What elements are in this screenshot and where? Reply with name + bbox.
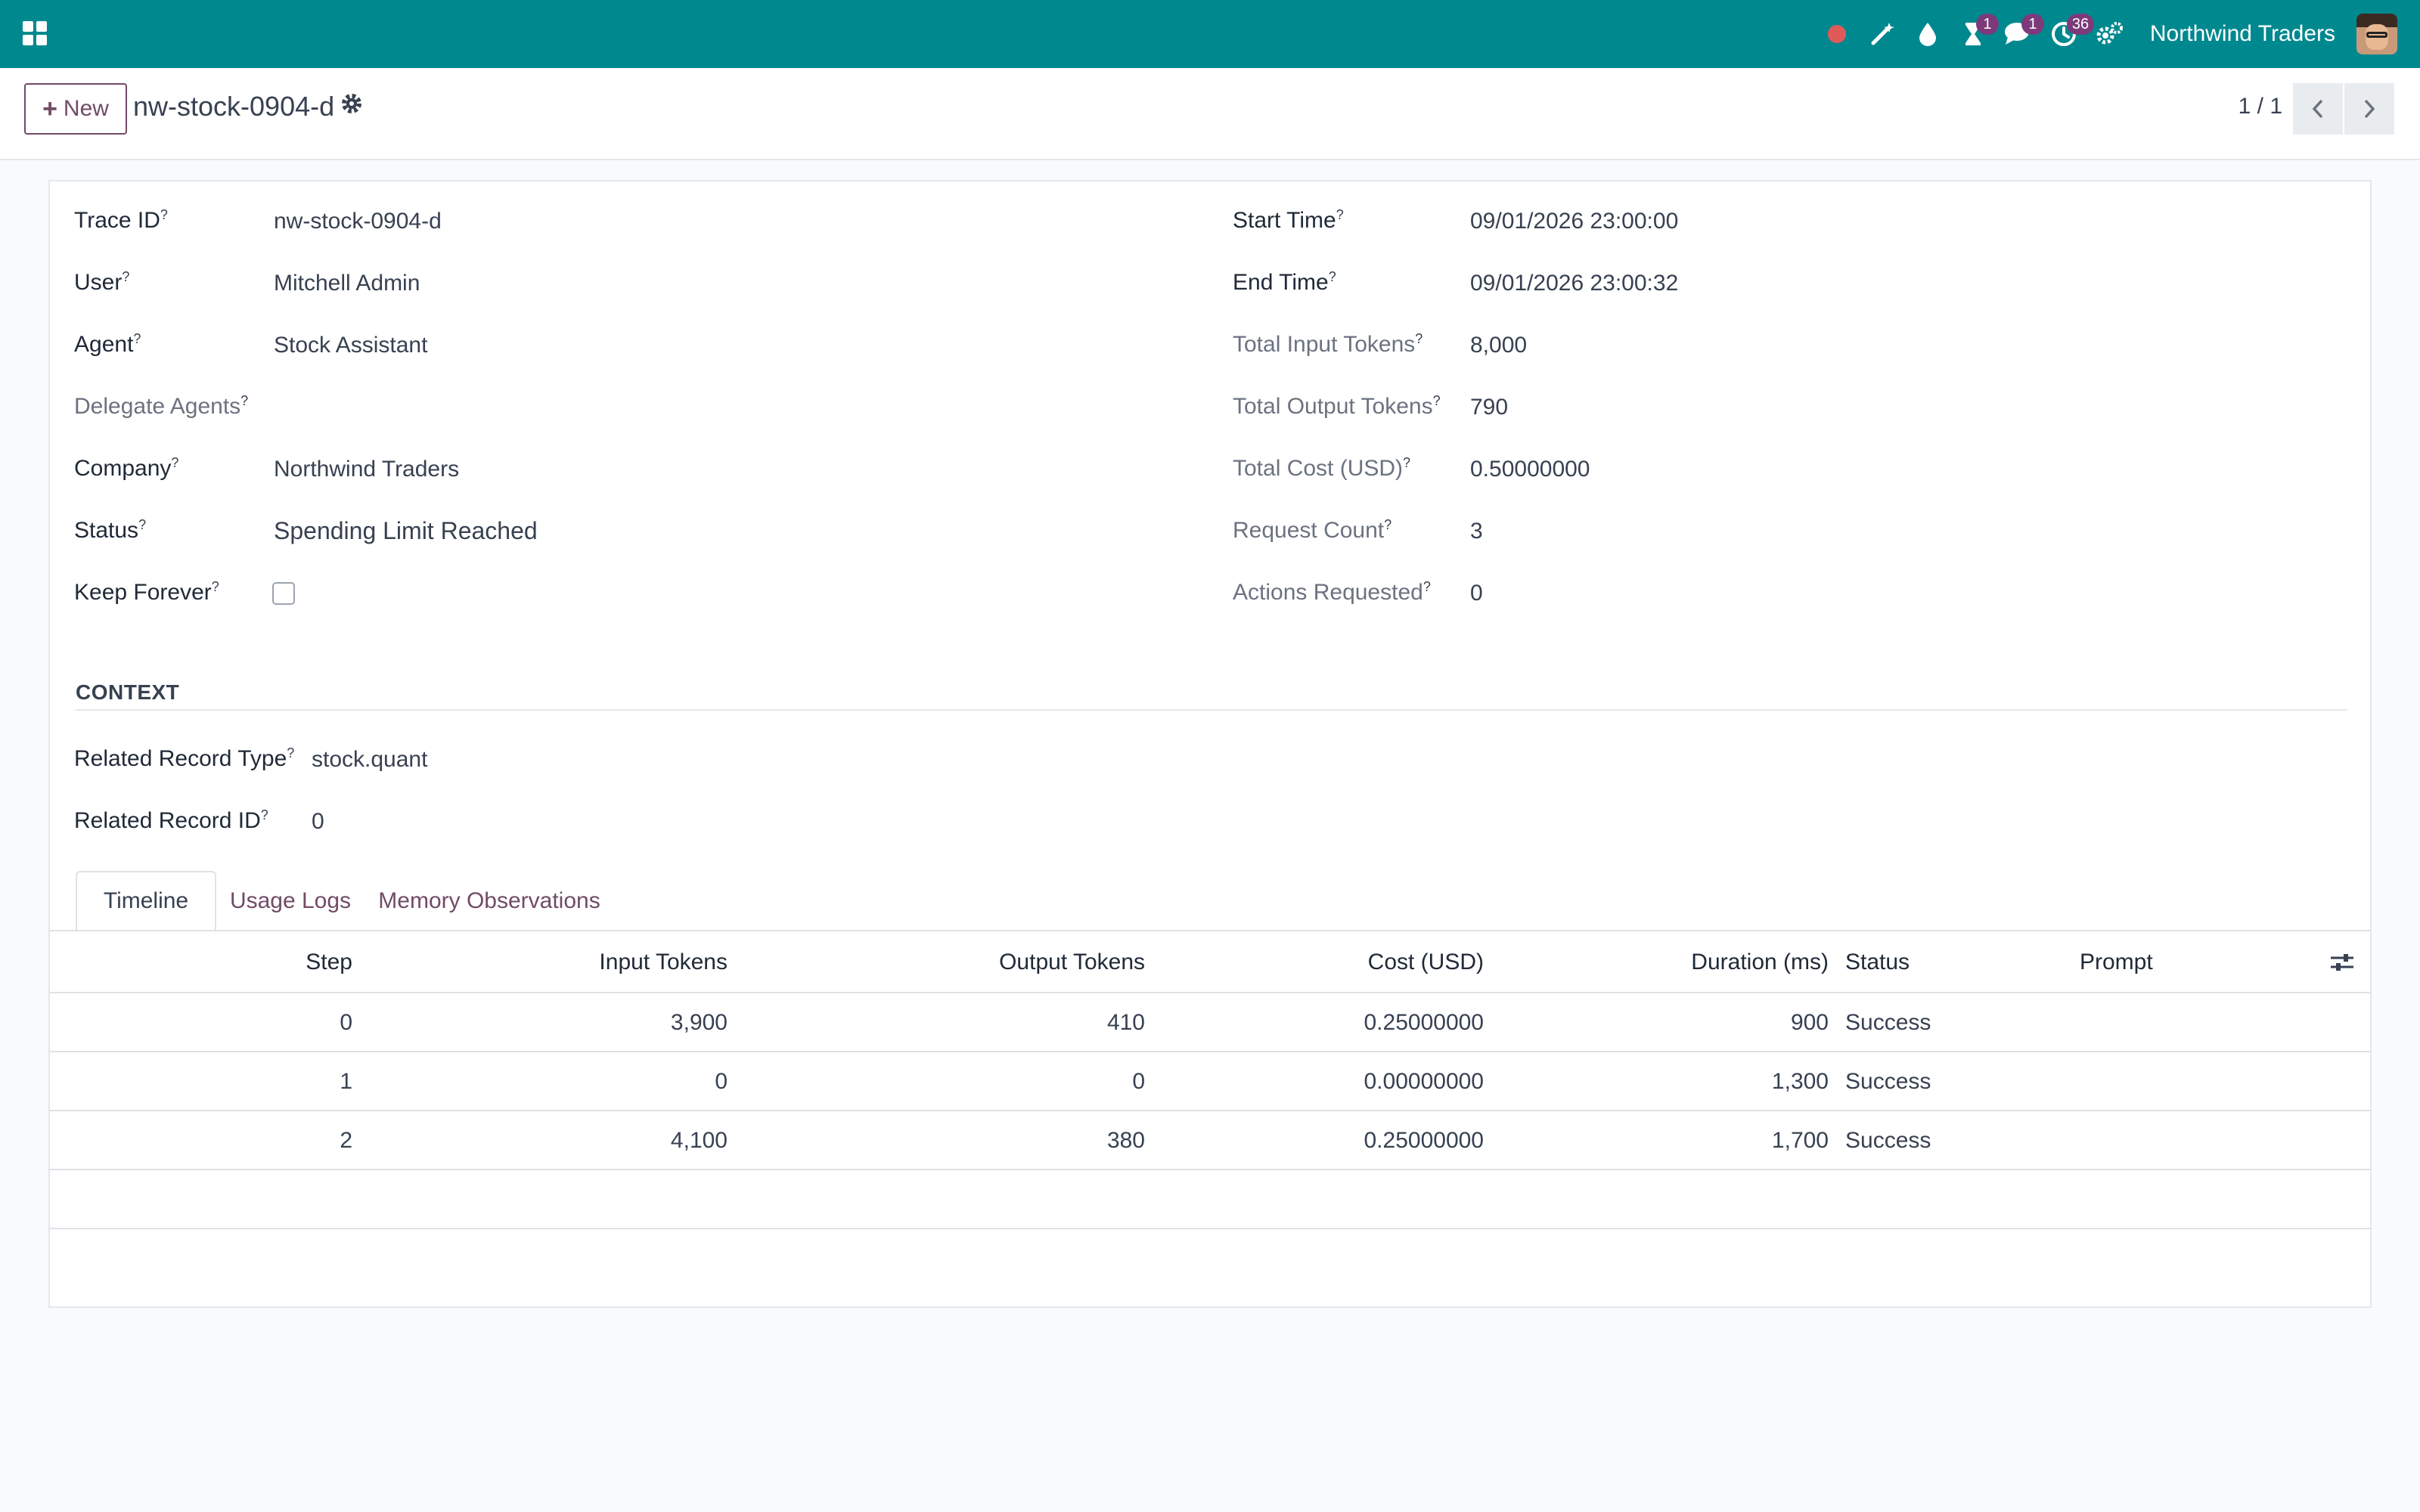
column-header-cost[interactable]: Cost (USD) — [1368, 950, 1484, 975]
cell-status: Success — [1845, 1010, 1931, 1035]
cell-duration: 1,700 — [1771, 1128, 1829, 1153]
chevron-right-icon — [2364, 99, 2375, 119]
label-keep-forever: Keep Forever? — [74, 579, 219, 605]
value-end-time[interactable]: 09/01/2026 23:00:32 — [1470, 271, 1678, 296]
label-user: User? — [74, 269, 130, 295]
pager-previous-button[interactable] — [2293, 83, 2343, 135]
table-row[interactable]: 1 0 0 0.00000000 1,300 Success — [50, 1052, 2372, 1111]
label-total-cost: Total Cost (USD)? — [1233, 455, 1411, 481]
value-related-record-id[interactable]: 0 — [312, 809, 324, 835]
value-total-output-tokens: 790 — [1470, 395, 1509, 420]
control-panel: + New nw-stock-0904-d 1 / 1 — [0, 68, 2420, 160]
pager-counter[interactable]: 1 / 1 — [2238, 94, 2282, 119]
magic-wand-icon[interactable] — [1860, 0, 1905, 68]
messages-chat-icon[interactable]: 1 — [1996, 0, 2044, 68]
value-start-time[interactable]: 09/01/2026 23:00:00 — [1470, 209, 1678, 234]
label-total-output-tokens: Total Output Tokens? — [1233, 393, 1441, 419]
new-button-label: New — [63, 96, 109, 121]
settings-gears-icon[interactable] — [2086, 0, 2132, 68]
label-end-time: End Time? — [1233, 269, 1336, 295]
column-header-step[interactable]: Step — [306, 950, 352, 975]
user-avatar[interactable] — [2356, 14, 2397, 54]
form-sheet: Trace ID? nw-stock-0904-d User? Mitchell… — [48, 180, 2372, 1308]
tab-usage-logs[interactable]: Usage Logs — [216, 871, 365, 931]
label-start-time: Start Time? — [1233, 207, 1344, 233]
action-gear-icon[interactable] — [340, 92, 368, 119]
breadcrumb-record-name: nw-stock-0904-d — [133, 91, 335, 122]
label-related-record-type: Related Record Type? — [74, 745, 295, 771]
value-trace-id[interactable]: nw-stock-0904-d — [274, 209, 442, 234]
pager-next-button[interactable] — [2344, 83, 2394, 135]
value-total-cost: 0.50000000 — [1470, 457, 1590, 482]
cell-input-tokens: 4,100 — [670, 1128, 728, 1153]
cell-cost: 0.25000000 — [1364, 1010, 1485, 1035]
cell-step: 0 — [340, 1010, 352, 1035]
optional-columns-sliders-icon[interactable] — [2329, 951, 2355, 974]
context-section-title: CONTEXT — [76, 680, 180, 704]
cell-output-tokens: 410 — [1106, 1010, 1145, 1035]
cell-cost: 0.00000000 — [1364, 1069, 1485, 1094]
label-actions-requested: Actions Requested? — [1233, 579, 1431, 605]
column-header-prompt[interactable]: Prompt — [2080, 950, 2153, 975]
label-status: Status? — [74, 517, 147, 543]
cell-output-tokens: 0 — [1132, 1069, 1145, 1094]
value-status: Spending Limit Reached — [274, 517, 538, 544]
table-header: Step Input Tokens Output Tokens Cost (US… — [50, 931, 2372, 993]
cell-output-tokens: 380 — [1106, 1128, 1145, 1153]
timeline-table: Step Input Tokens Output Tokens Cost (US… — [50, 931, 2372, 1229]
value-company[interactable]: Northwind Traders — [274, 457, 459, 482]
column-header-output-tokens[interactable]: Output Tokens — [999, 950, 1145, 975]
label-request-count: Request Count? — [1233, 517, 1392, 543]
cell-status: Success — [1845, 1069, 1931, 1094]
cell-duration: 1,300 — [1771, 1069, 1829, 1094]
plus-icon: + — [42, 94, 57, 123]
new-record-button[interactable]: + New — [24, 83, 127, 135]
cell-duration: 900 — [1790, 1010, 1829, 1035]
context-divider — [76, 709, 2347, 711]
value-request-count: 3 — [1470, 519, 1483, 544]
cell-input-tokens: 0 — [715, 1069, 728, 1094]
column-header-duration[interactable]: Duration (ms) — [1691, 950, 1829, 975]
value-user[interactable]: Mitchell Admin — [274, 271, 420, 296]
label-company: Company? — [74, 455, 179, 481]
empty-table-row — [50, 1170, 2372, 1229]
recording-indicator-icon[interactable] — [1814, 0, 1860, 68]
label-agent: Agent? — [74, 331, 141, 357]
cell-input-tokens: 3,900 — [670, 1010, 728, 1035]
column-header-input-tokens[interactable]: Input Tokens — [599, 950, 728, 975]
cell-status: Success — [1845, 1128, 1931, 1153]
cell-step: 2 — [340, 1128, 352, 1153]
label-trace-id: Trace ID? — [74, 207, 168, 233]
company-switcher[interactable]: Northwind Traders — [2150, 21, 2335, 47]
value-actions-requested: 0 — [1470, 581, 1483, 606]
value-total-input-tokens: 8,000 — [1470, 333, 1528, 358]
chevron-left-icon — [2312, 99, 2323, 119]
label-related-record-id: Related Record ID? — [74, 807, 268, 833]
activities-hourglass-icon[interactable]: 1 — [1950, 0, 1999, 68]
tab-memory-observations[interactable]: Memory Observations — [365, 871, 614, 931]
value-agent[interactable]: Stock Assistant — [274, 333, 427, 358]
table-row[interactable]: 2 4,100 380 0.25000000 1,700 Success — [50, 1111, 2372, 1170]
cell-cost: 0.25000000 — [1364, 1128, 1485, 1153]
navbar-systray: 1 1 36 Northwind Traders — [1814, 0, 2397, 68]
keep-forever-checkbox[interactable] — [272, 582, 295, 605]
value-related-record-type[interactable]: stock.quant — [312, 747, 427, 773]
droplet-icon[interactable] — [1905, 0, 1950, 68]
tab-timeline[interactable]: Timeline — [76, 871, 216, 931]
top-navbar: 1 1 36 Northwind Traders — [0, 0, 2420, 68]
label-total-input-tokens: Total Input Tokens? — [1233, 331, 1423, 357]
label-delegate-agents: Delegate Agents? — [74, 393, 249, 419]
column-header-status[interactable]: Status — [1845, 950, 1910, 975]
cell-step: 1 — [340, 1069, 352, 1094]
table-row[interactable]: 0 3,900 410 0.25000000 900 Success — [50, 993, 2372, 1052]
clock-timer-icon[interactable]: 36 — [2041, 0, 2095, 68]
apps-menu-icon[interactable] — [23, 21, 47, 45]
